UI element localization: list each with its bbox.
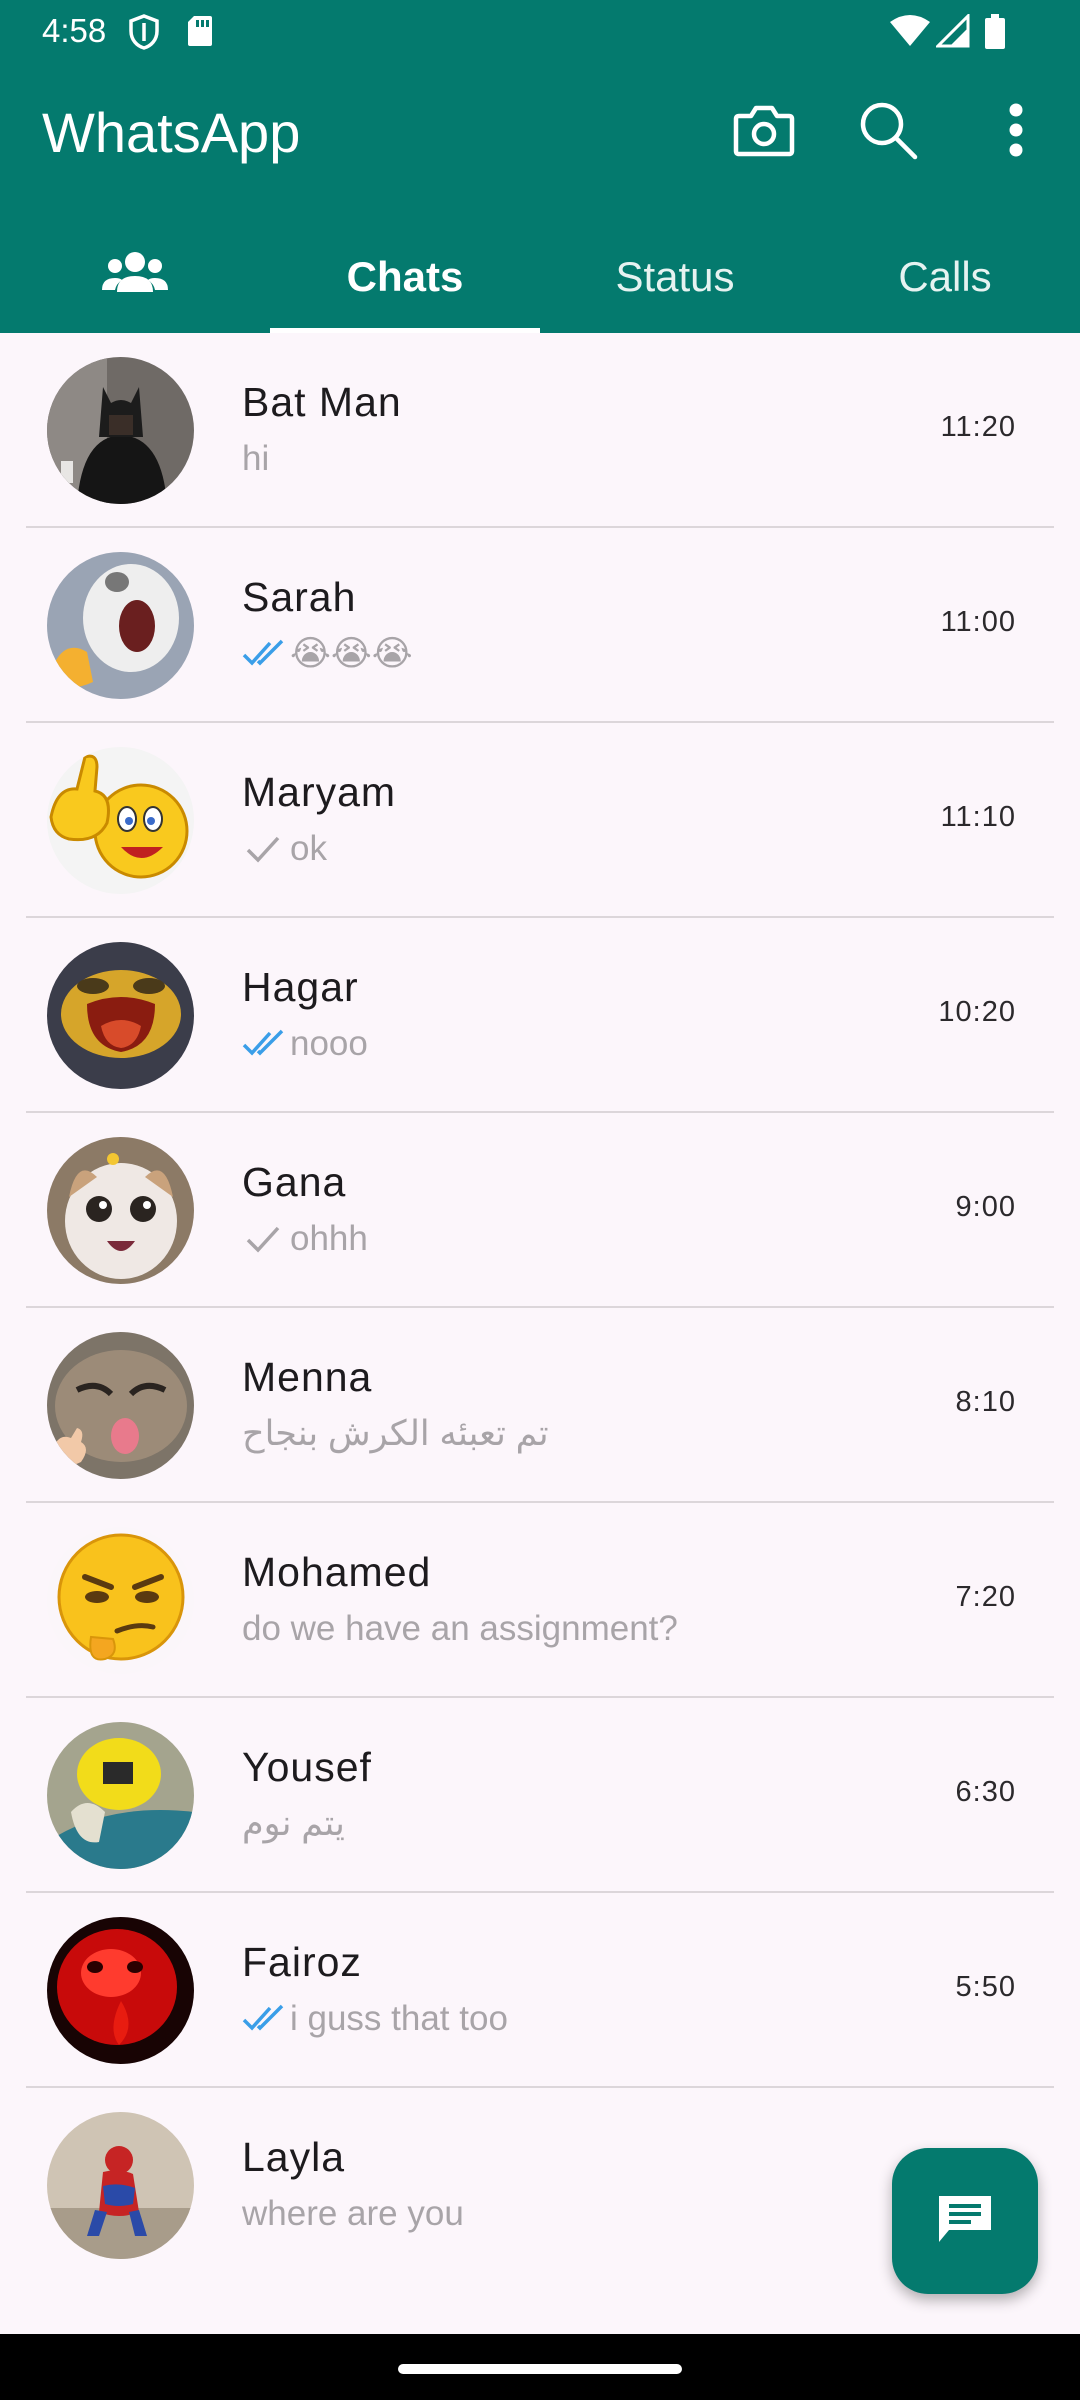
avatar[interactable]: [47, 357, 194, 504]
tab-chats[interactable]: Chats: [270, 220, 540, 333]
avatar[interactable]: [47, 1722, 194, 1869]
chat-name: Menna: [242, 1354, 373, 1400]
chat-time: 11:20: [940, 411, 1016, 443]
tab-community[interactable]: [0, 220, 270, 333]
chat-name: Hagar: [242, 964, 359, 1010]
avatar[interactable]: [47, 552, 194, 699]
chat-row-gana[interactable]: Gana ohhh 9:00: [0, 1113, 1080, 1308]
app-header: 4:58 WhatsApp Chats Status Calls: [0, 0, 1080, 333]
chat-name: Layla: [242, 2134, 346, 2180]
signal-icon: [934, 12, 970, 53]
avatar[interactable]: [47, 1332, 194, 1479]
chat-time: 11:00: [940, 606, 1016, 638]
chat-last-message: hi: [242, 439, 270, 478]
chat-name: Maryam: [242, 769, 397, 815]
wifi-icon: [890, 14, 930, 53]
double-check-icon: [242, 1029, 288, 1059]
chat-last-message: do we have an assignment?: [242, 1609, 678, 1648]
status-bar: 4:58: [0, 0, 1080, 64]
chat-time: 7:20: [955, 1581, 1016, 1613]
chat-time: 10:20: [938, 996, 1016, 1028]
avatar[interactable]: [47, 1137, 194, 1284]
chat-row-hagar[interactable]: Hagar nooo 10:20: [0, 918, 1080, 1113]
system-nav-bar: [0, 2334, 1080, 2400]
battery-icon: [984, 14, 1006, 55]
new-chat-icon: [935, 2192, 995, 2251]
avatar[interactable]: [47, 747, 194, 894]
chat-last-message: 😭😭😭: [242, 634, 413, 674]
chat-name: Bat Man: [242, 379, 402, 425]
tab-bar: Chats Status Calls: [0, 220, 1080, 333]
camera-icon: [733, 102, 795, 163]
more-options-button[interactable]: [980, 96, 1052, 168]
chat-last-message: يتم نوم: [242, 1804, 345, 1843]
chat-last-message: where are you: [242, 2194, 464, 2233]
chat-last-message: ohhh: [242, 1219, 368, 1259]
home-gesture-handle[interactable]: [398, 2364, 682, 2374]
avatar[interactable]: [47, 942, 194, 1089]
avatar[interactable]: [47, 1917, 194, 2064]
double-check-icon: [242, 2004, 288, 2034]
chat-last-message: nooo: [242, 1024, 368, 1064]
avatar[interactable]: [47, 1527, 194, 1674]
chat-row-sarah[interactable]: Sarah 😭😭😭 11:00: [0, 528, 1080, 723]
chat-last-message: تم تعبئه الكرش بنجاح: [242, 1414, 549, 1453]
chat-last-message: ok: [242, 829, 327, 869]
chat-name: Gana: [242, 1159, 347, 1205]
chat-list: Bat Man hi 11:20 Sarah 😭😭😭 11:00 Maryam …: [0, 333, 1080, 2283]
chat-time: 9:00: [955, 1191, 1016, 1223]
status-time: 4:58: [42, 12, 107, 49]
chat-time: 5:50: [955, 1971, 1016, 2003]
shield-icon: [128, 14, 160, 55]
double-check-icon: [242, 639, 288, 669]
avatar[interactable]: [47, 2112, 194, 2259]
chat-time: 8:10: [955, 1386, 1016, 1418]
chat-name: Mohamed: [242, 1549, 432, 1595]
search-button[interactable]: [852, 96, 924, 168]
chat-time: 6:30: [955, 1776, 1016, 1808]
chat-time: 11:10: [940, 801, 1016, 833]
chat-name: Yousef: [242, 1744, 372, 1790]
chat-row-menna[interactable]: Menna تم تعبئه الكرش بنجاح 8:10: [0, 1308, 1080, 1503]
chat-name: Fairoz: [242, 1939, 362, 1985]
search-icon: [857, 99, 919, 166]
chat-row-yousef[interactable]: Yousef يتم نوم 6:30: [0, 1698, 1080, 1893]
chat-row-mohamed[interactable]: Mohamed do we have an assignment? 7:20: [0, 1503, 1080, 1698]
chat-row-bat-man[interactable]: Bat Man hi 11:20: [0, 333, 1080, 528]
chat-row-fairoz[interactable]: Fairoz i guss that too 5:50: [0, 1893, 1080, 2088]
sd-card-icon: [186, 14, 214, 53]
camera-button[interactable]: [728, 96, 800, 168]
single-check-icon: [242, 834, 288, 864]
tab-status[interactable]: Status: [540, 220, 810, 333]
chat-last-message: i guss that too: [242, 1999, 508, 2039]
chat-name: Sarah: [242, 574, 357, 620]
app-title: WhatsApp: [42, 101, 301, 164]
single-check-icon: [242, 1224, 288, 1254]
tab-calls[interactable]: Calls: [810, 220, 1080, 333]
chat-row-maryam[interactable]: Maryam ok 11:10: [0, 723, 1080, 918]
community-icon: [102, 250, 168, 304]
more-vert-icon: [1006, 102, 1026, 163]
new-chat-button[interactable]: [892, 2148, 1038, 2294]
